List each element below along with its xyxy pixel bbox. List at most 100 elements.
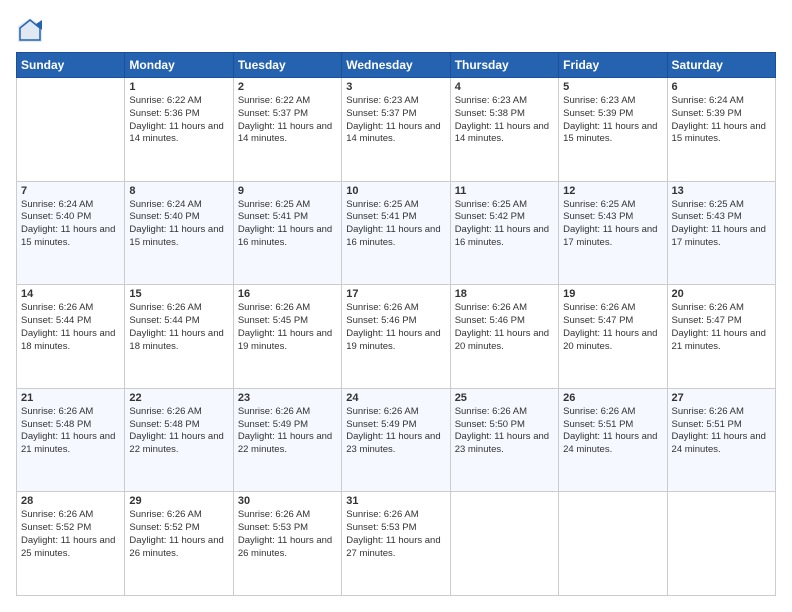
day-number: 15 xyxy=(129,288,228,300)
day-info: Sunrise: 6:24 AMSunset: 5:40 PMDaylight:… xyxy=(129,199,228,250)
day-number: 7 xyxy=(21,185,120,197)
day-info: Sunrise: 6:22 AMSunset: 5:36 PMDaylight:… xyxy=(129,95,228,146)
calendar-cell: 10Sunrise: 6:25 AMSunset: 5:41 PMDayligh… xyxy=(342,181,450,285)
day-info: Sunrise: 6:26 AMSunset: 5:48 PMDaylight:… xyxy=(21,406,120,457)
calendar-cell: 14Sunrise: 6:26 AMSunset: 5:44 PMDayligh… xyxy=(17,285,125,389)
day-info: Sunrise: 6:23 AMSunset: 5:39 PMDaylight:… xyxy=(563,95,662,146)
calendar-cell: 20 Sunrise: 6:26 AMSunset: 5:47 PMDayligh… xyxy=(667,285,775,389)
calendar-cell: 8 Sunrise: 6:24 AMSunset: 5:40 PMDaylight… xyxy=(125,181,233,285)
calendar-cell: 12Sunrise: 6:25 AMSunset: 5:43 PMDayligh… xyxy=(559,181,667,285)
day-info: Sunrise: 6:26 AMSunset: 5:44 PMDaylight:… xyxy=(21,302,120,353)
day-number: 13 xyxy=(672,185,771,197)
calendar-cell: 5 Sunrise: 6:23 AMSunset: 5:39 PMDaylight… xyxy=(559,78,667,182)
calendar-cell xyxy=(17,78,125,182)
weekday-header: Thursday xyxy=(450,53,558,78)
calendar-cell: 31 Sunrise: 6:26 AMSunset: 5:53 PMDayligh… xyxy=(342,492,450,596)
calendar-cell: 15 Sunrise: 6:26 AMSunset: 5:44 PMDayligh… xyxy=(125,285,233,389)
weekday-header-row: SundayMondayTuesdayWednesdayThursdayFrid… xyxy=(17,53,776,78)
day-info: Sunrise: 6:26 AMSunset: 5:51 PMDaylight:… xyxy=(563,406,662,457)
weekday-header: Tuesday xyxy=(233,53,341,78)
calendar-cell: 1 Sunrise: 6:22 AMSunset: 5:36 PMDaylight… xyxy=(125,78,233,182)
day-number: 16 xyxy=(238,288,337,300)
calendar-cell: 23 Sunrise: 6:26 AMSunset: 5:49 PMDayligh… xyxy=(233,388,341,492)
day-info: Sunrise: 6:25 AMSunset: 5:41 PMDaylight:… xyxy=(238,199,337,250)
calendar-cell: 28 Sunrise: 6:26 AMSunset: 5:52 PMDayligh… xyxy=(17,492,125,596)
day-number: 8 xyxy=(129,185,228,197)
day-info: Sunrise: 6:26 AMSunset: 5:48 PMDaylight:… xyxy=(129,406,228,457)
calendar-week-row: 21 Sunrise: 6:26 AMSunset: 5:48 PMDayligh… xyxy=(17,388,776,492)
calendar-cell: 21 Sunrise: 6:26 AMSunset: 5:48 PMDayligh… xyxy=(17,388,125,492)
weekday-header: Sunday xyxy=(17,53,125,78)
day-info: Sunrise: 6:24 AMSunset: 5:39 PMDaylight:… xyxy=(672,95,771,146)
calendar-table: SundayMondayTuesdayWednesdayThursdayFrid… xyxy=(16,52,776,596)
day-number: 20 xyxy=(672,288,771,300)
day-number: 18 xyxy=(455,288,554,300)
calendar-week-row: 28 Sunrise: 6:26 AMSunset: 5:52 PMDayligh… xyxy=(17,492,776,596)
day-info: Sunrise: 6:26 AMSunset: 5:53 PMDaylight:… xyxy=(238,509,337,560)
day-number: 28 xyxy=(21,495,120,507)
day-number: 12 xyxy=(563,185,662,197)
calendar-cell: 19Sunrise: 6:26 AMSunset: 5:47 PMDayligh… xyxy=(559,285,667,389)
calendar-cell: 24 Sunrise: 6:26 AMSunset: 5:49 PMDayligh… xyxy=(342,388,450,492)
calendar-week-row: 7 Sunrise: 6:24 AMSunset: 5:40 PMDaylight… xyxy=(17,181,776,285)
calendar-cell xyxy=(559,492,667,596)
logo-icon xyxy=(16,16,44,44)
calendar-cell: 9 Sunrise: 6:25 AMSunset: 5:41 PMDaylight… xyxy=(233,181,341,285)
calendar-cell: 27 Sunrise: 6:26 AMSunset: 5:51 PMDayligh… xyxy=(667,388,775,492)
day-number: 27 xyxy=(672,392,771,404)
page: SundayMondayTuesdayWednesdayThursdayFrid… xyxy=(0,0,792,612)
calendar-cell: 4Sunrise: 6:23 AMSunset: 5:38 PMDaylight… xyxy=(450,78,558,182)
day-info: Sunrise: 6:26 AMSunset: 5:49 PMDaylight:… xyxy=(238,406,337,457)
calendar-cell: 29 Sunrise: 6:26 AMSunset: 5:52 PMDayligh… xyxy=(125,492,233,596)
day-info: Sunrise: 6:26 AMSunset: 5:51 PMDaylight:… xyxy=(672,406,771,457)
day-number: 19 xyxy=(563,288,662,300)
day-number: 6 xyxy=(672,81,771,93)
day-number: 5 xyxy=(563,81,662,93)
day-number: 3 xyxy=(346,81,445,93)
day-number: 30 xyxy=(238,495,337,507)
weekday-header: Wednesday xyxy=(342,53,450,78)
day-info: Sunrise: 6:23 AMSunset: 5:38 PMDaylight:… xyxy=(455,95,554,146)
calendar-cell xyxy=(667,492,775,596)
weekday-header: Friday xyxy=(559,53,667,78)
day-info: Sunrise: 6:25 AMSunset: 5:43 PMDaylight:… xyxy=(672,199,771,250)
day-number: 9 xyxy=(238,185,337,197)
day-number: 25 xyxy=(455,392,554,404)
day-number: 26 xyxy=(563,392,662,404)
calendar-cell: 30 Sunrise: 6:26 AMSunset: 5:53 PMDayligh… xyxy=(233,492,341,596)
day-number: 29 xyxy=(129,495,228,507)
day-info: Sunrise: 6:25 AMSunset: 5:42 PMDaylight:… xyxy=(455,199,554,250)
day-info: Sunrise: 6:23 AMSunset: 5:37 PMDaylight:… xyxy=(346,95,445,146)
day-number: 31 xyxy=(346,495,445,507)
calendar-cell: 17Sunrise: 6:26 AMSunset: 5:46 PMDayligh… xyxy=(342,285,450,389)
calendar-cell: 18Sunrise: 6:26 AMSunset: 5:46 PMDayligh… xyxy=(450,285,558,389)
day-info: Sunrise: 6:26 AMSunset: 5:49 PMDaylight:… xyxy=(346,406,445,457)
day-info: Sunrise: 6:26 AMSunset: 5:52 PMDaylight:… xyxy=(21,509,120,560)
calendar-cell: 7Sunrise: 6:24 AMSunset: 5:40 PMDaylight… xyxy=(17,181,125,285)
day-info: Sunrise: 6:26 AMSunset: 5:45 PMDaylight:… xyxy=(238,302,337,353)
calendar-week-row: 14Sunrise: 6:26 AMSunset: 5:44 PMDayligh… xyxy=(17,285,776,389)
calendar-cell: 22Sunrise: 6:26 AMSunset: 5:48 PMDayligh… xyxy=(125,388,233,492)
weekday-header: Monday xyxy=(125,53,233,78)
day-number: 11 xyxy=(455,185,554,197)
day-number: 10 xyxy=(346,185,445,197)
day-number: 2 xyxy=(238,81,337,93)
calendar-week-row: 1 Sunrise: 6:22 AMSunset: 5:36 PMDaylight… xyxy=(17,78,776,182)
calendar-cell: 2Sunrise: 6:22 AMSunset: 5:37 PMDaylight… xyxy=(233,78,341,182)
day-info: Sunrise: 6:26 AMSunset: 5:50 PMDaylight:… xyxy=(455,406,554,457)
day-number: 1 xyxy=(129,81,228,93)
calendar-cell: 26 Sunrise: 6:26 AMSunset: 5:51 PMDayligh… xyxy=(559,388,667,492)
calendar-cell: 3 Sunrise: 6:23 AMSunset: 5:37 PMDaylight… xyxy=(342,78,450,182)
calendar-cell: 25 Sunrise: 6:26 AMSunset: 5:50 PMDayligh… xyxy=(450,388,558,492)
calendar-cell: 6 Sunrise: 6:24 AMSunset: 5:39 PMDaylight… xyxy=(667,78,775,182)
day-number: 24 xyxy=(346,392,445,404)
day-info: Sunrise: 6:26 AMSunset: 5:46 PMDaylight:… xyxy=(346,302,445,353)
day-number: 21 xyxy=(21,392,120,404)
day-number: 23 xyxy=(238,392,337,404)
day-info: Sunrise: 6:26 AMSunset: 5:47 PMDaylight:… xyxy=(672,302,771,353)
weekday-header: Saturday xyxy=(667,53,775,78)
day-info: Sunrise: 6:26 AMSunset: 5:52 PMDaylight:… xyxy=(129,509,228,560)
day-info: Sunrise: 6:26 AMSunset: 5:44 PMDaylight:… xyxy=(129,302,228,353)
calendar-cell xyxy=(450,492,558,596)
day-info: Sunrise: 6:26 AMSunset: 5:53 PMDaylight:… xyxy=(346,509,445,560)
